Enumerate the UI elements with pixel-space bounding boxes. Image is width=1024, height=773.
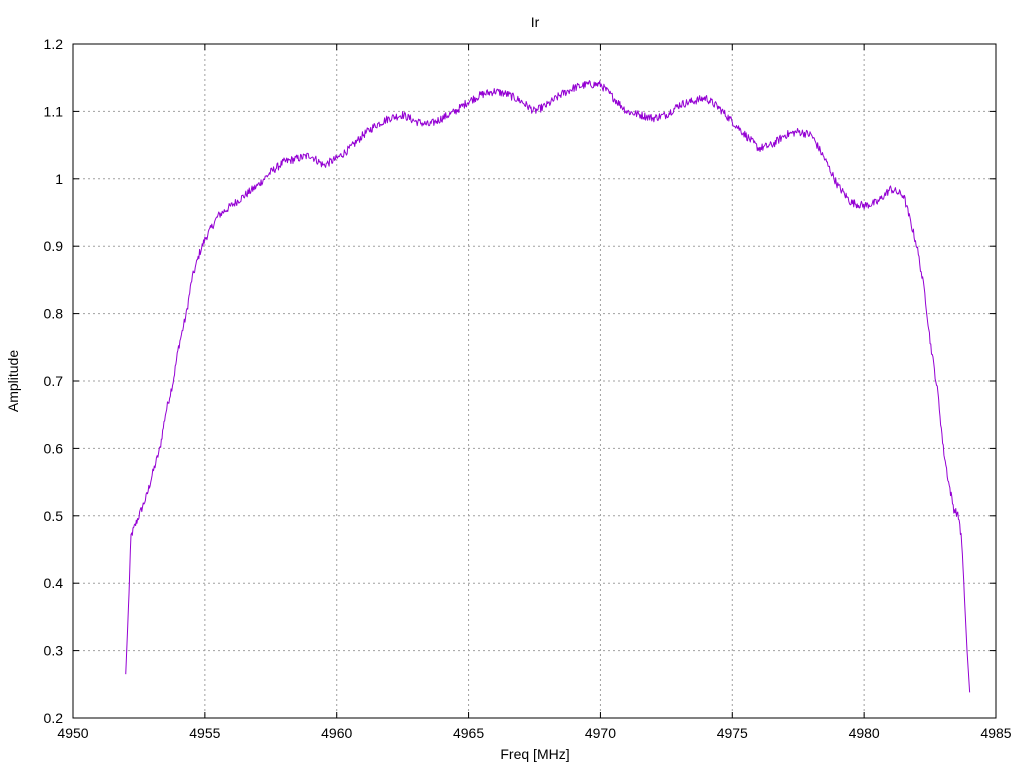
y-tick-label: 0.7 xyxy=(44,373,64,389)
series-layer xyxy=(125,80,971,693)
series-line xyxy=(125,80,971,693)
y-tick-label: 0.4 xyxy=(44,575,64,591)
y-tick-label: 0.8 xyxy=(44,306,64,322)
y-tick-label: 0.3 xyxy=(44,643,64,659)
x-tick-label: 4975 xyxy=(717,725,748,741)
x-tick-label: 4970 xyxy=(585,725,616,741)
chart-title: Ir xyxy=(531,14,540,30)
y-tick-label: 0.2 xyxy=(44,710,64,726)
x-tick-labels: 4950 4955 4960 4965 4970 4975 4980 4985 xyxy=(57,725,1011,741)
y-tick-label: 0.9 xyxy=(44,238,64,254)
chart-container: 4950 4955 4960 4965 4970 4975 4980 4985 0.2 0.3 0… xyxy=(0,0,1024,768)
x-tick-label: 4960 xyxy=(321,725,352,741)
y-tick-label: 0.6 xyxy=(44,440,64,456)
y-axis-label: Amplitude xyxy=(5,350,21,412)
grid xyxy=(73,44,996,718)
x-tick-label: 4965 xyxy=(453,725,484,741)
y-tick-label: 1 xyxy=(55,171,63,187)
y-tick-label: 0.5 xyxy=(44,508,64,524)
y-tick-label: 1.1 xyxy=(44,103,64,119)
x-axis-label: Freq [MHz] xyxy=(500,746,569,762)
y-tick-labels: 0.2 0.3 0.4 0.5 0.6 0.7 0.8 0.9 1 1.1 1.2 xyxy=(44,36,64,726)
line-chart: 4950 4955 4960 4965 4970 4975 4980 4985 0.20.30… xyxy=(5,14,1012,762)
x-tick-label: 4955 xyxy=(189,725,220,741)
x-tick-label: 4980 xyxy=(849,725,880,741)
y-tick-label: 1.2 xyxy=(44,36,64,52)
x-tick-label: 4950 xyxy=(57,725,88,741)
x-tick-label: 4985 xyxy=(980,725,1011,741)
